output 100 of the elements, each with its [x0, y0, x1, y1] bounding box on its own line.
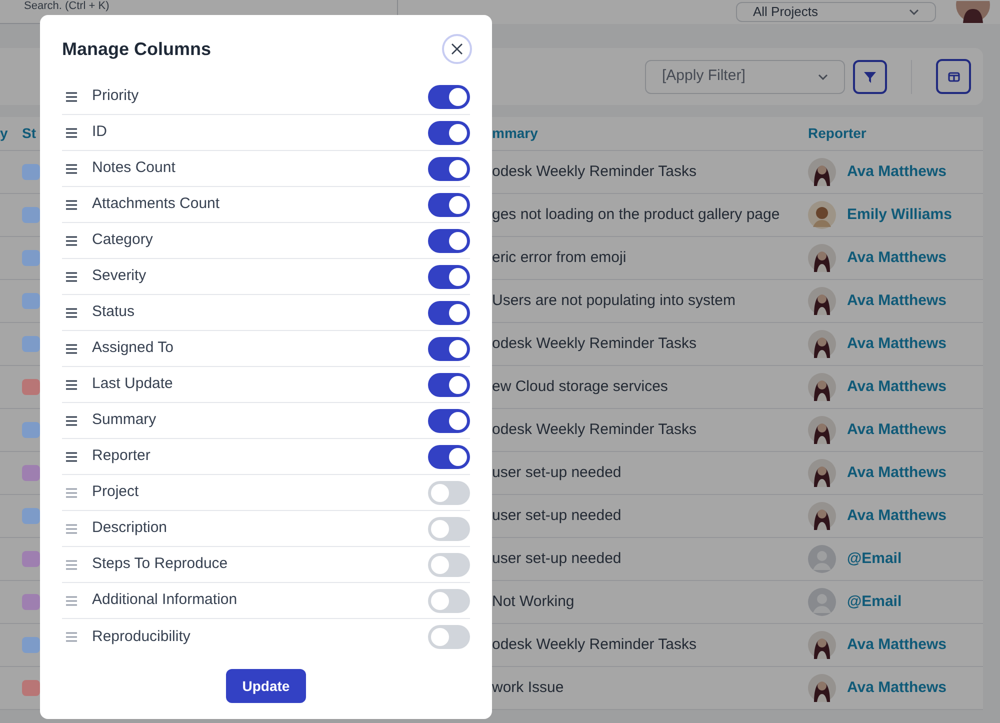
column-label: Project	[92, 482, 140, 502]
drag-handle-icon[interactable]	[66, 416, 77, 426]
reporter-link[interactable]: Ava Matthews	[847, 290, 946, 312]
drag-handle-icon[interactable]	[66, 560, 77, 570]
column-label: Reporter	[92, 446, 152, 466]
reporter-link[interactable]: Ava Matthews	[847, 160, 946, 184]
toggle-switch[interactable]	[428, 156, 470, 180]
summary-cell: eric error from emoji	[492, 249, 626, 266]
drag-handle-icon[interactable]	[66, 488, 77, 498]
column-header[interactable]: mmary	[492, 125, 538, 141]
reporter-link[interactable]: Ava Matthews	[847, 462, 946, 484]
summary-cell: user set-up needed	[492, 507, 622, 524]
column-label: ID	[92, 122, 108, 142]
column-label: Summary	[92, 410, 158, 430]
user-avatar[interactable]	[956, 1, 990, 23]
reporter-link[interactable]: Ava Matthews	[847, 418, 946, 442]
column-label: Steps To Reproduce	[92, 554, 229, 574]
avatar	[808, 545, 836, 573]
avatar	[808, 631, 836, 659]
column-label: Status	[92, 302, 136, 322]
avatar	[808, 201, 836, 229]
toggle-switch[interactable]	[428, 372, 470, 396]
column-label: Attachments Count	[92, 194, 221, 214]
chevron-icon	[909, 9, 919, 15]
search-placeholder: Search. (Ctrl + K)	[24, 0, 110, 13]
toggle-switch[interactable]	[428, 516, 470, 540]
columns-icon	[948, 72, 960, 82]
filter-dropdown[interactable]: [Apply Filter]	[645, 60, 845, 94]
drag-handle-icon[interactable]	[66, 524, 77, 534]
toggle-switch[interactable]	[428, 264, 470, 288]
drag-handle-icon[interactable]	[66, 344, 77, 354]
avatar	[808, 287, 836, 315]
reporter-link[interactable]: Ava Matthews	[847, 246, 946, 270]
toggle-switch[interactable]	[428, 120, 470, 144]
dialog-title: Manage Columns	[62, 38, 212, 61]
toggle-switch[interactable]	[428, 336, 470, 360]
column-header[interactable]: Reporter	[808, 125, 866, 141]
project-dropdown[interactable]: All Projects	[736, 2, 936, 22]
toggle-switch[interactable]	[428, 552, 470, 576]
reporter-link[interactable]: Ava Matthews	[847, 634, 946, 656]
drag-handle-icon[interactable]	[66, 92, 77, 102]
drag-handle-icon[interactable]	[66, 272, 77, 282]
drag-handle-icon[interactable]	[66, 236, 77, 246]
drag-handle-icon[interactable]	[66, 632, 77, 642]
drag-handle-icon[interactable]	[66, 380, 77, 390]
chevron-icon	[818, 74, 828, 80]
toggle-switch[interactable]	[428, 192, 470, 216]
toggle-switch[interactable]	[428, 84, 470, 108]
avatar	[808, 373, 836, 401]
avatar	[808, 459, 836, 487]
toggle-switch[interactable]	[428, 480, 470, 504]
avatar	[808, 330, 836, 358]
columns-button[interactable]	[936, 59, 971, 94]
dropdown-value: All Projects	[753, 3, 820, 22]
summary-cell: odesk Weekly Reminder Tasks	[492, 163, 697, 180]
reporter-link[interactable]: @Email	[847, 548, 902, 570]
column-header[interactable]: St	[22, 125, 36, 141]
toggle-switch[interactable]	[428, 444, 470, 468]
toggle-switch[interactable]	[428, 300, 470, 324]
update-button[interactable]: Update	[226, 669, 306, 703]
summary-cell: Users are not populating into system	[492, 292, 736, 309]
reporter-link[interactable]: Emily Williams	[847, 204, 952, 226]
summary-cell: odesk Weekly Reminder Tasks	[492, 421, 697, 438]
column-label: Description	[92, 518, 168, 538]
toggle-switch[interactable]	[428, 625, 470, 649]
filter-button[interactable]	[853, 60, 887, 94]
drag-handle-icon[interactable]	[66, 452, 77, 462]
drag-handle-icon[interactable]	[66, 308, 77, 318]
summary-cell: user set-up needed	[492, 550, 622, 567]
column-label: Last Update	[92, 374, 174, 394]
drag-handle-icon[interactable]	[66, 200, 77, 210]
reporter-link[interactable]: Ava Matthews	[847, 504, 946, 528]
column-label: Additional Information	[92, 590, 238, 610]
column-header[interactable]: y	[0, 125, 8, 141]
column-label: Reproducibility	[92, 626, 192, 647]
toggle-switch[interactable]	[428, 588, 470, 612]
drag-handle-icon[interactable]	[66, 128, 77, 138]
reporter-link[interactable]: @Email	[847, 590, 902, 614]
toggle-switch[interactable]	[428, 408, 470, 432]
filter-icon	[864, 70, 876, 82]
summary-cell: user set-up needed	[492, 464, 622, 481]
close-icon	[451, 43, 463, 55]
summary-cell: odesk Weekly Reminder Tasks	[492, 636, 697, 653]
dropdown-value: [Apply Filter]	[662, 66, 746, 86]
avatar	[808, 588, 836, 616]
reporter-link[interactable]: Ava Matthews	[847, 376, 946, 398]
summary-cell: work Issue	[492, 679, 564, 696]
column-label: Category	[92, 230, 154, 250]
avatar	[808, 674, 836, 702]
column-label: Notes Count	[92, 158, 176, 178]
avatar	[808, 244, 836, 272]
toggle-switch[interactable]	[428, 228, 470, 252]
drag-handle-icon[interactable]	[66, 164, 77, 174]
column-label: Assigned To	[92, 338, 174, 358]
summary-cell: Not Working	[492, 593, 574, 610]
reporter-link[interactable]: Ava Matthews	[847, 332, 946, 356]
reporter-link[interactable]: Ava Matthews	[847, 676, 946, 700]
avatar	[808, 158, 836, 186]
drag-handle-icon[interactable]	[66, 596, 77, 606]
close-button[interactable]	[442, 34, 472, 64]
